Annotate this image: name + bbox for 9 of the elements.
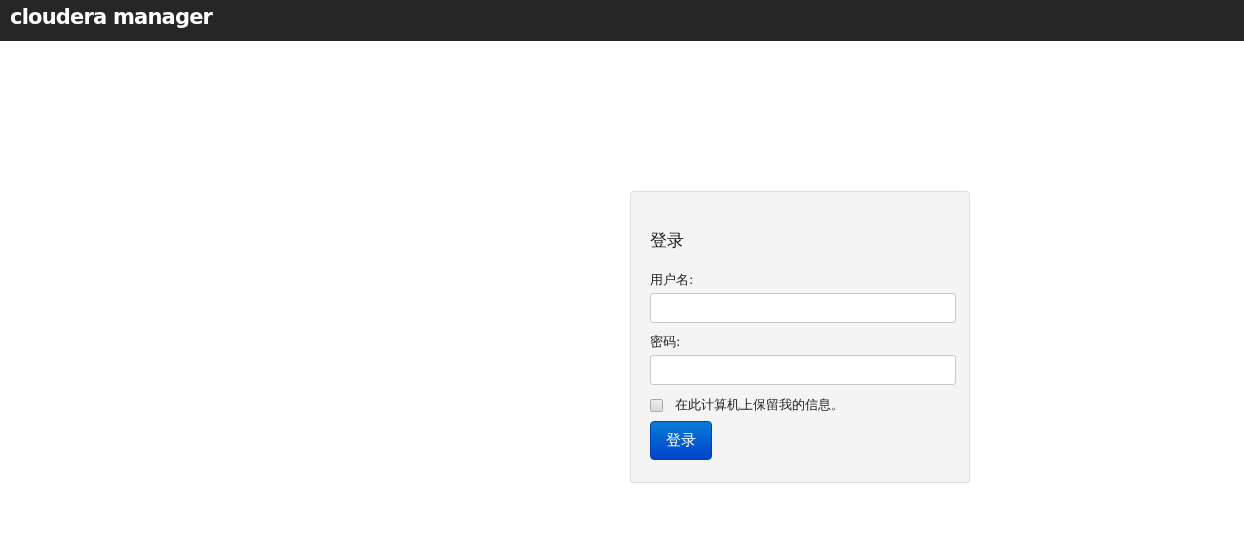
checkbox[interactable]: [650, 398, 663, 412]
input-field[interactable]: [650, 355, 956, 385]
logo: cloudera manager: [10, 7, 213, 28]
field-label: 密码:: [650, 334, 682, 350]
login-button[interactable]: 登录: [650, 421, 712, 460]
checkbox-label: 在此计算机上保留我的信息。: [675, 396, 844, 414]
field-label: 用户名:: [650, 272, 695, 288]
login-title: 登录: [650, 229, 685, 252]
input-field[interactable]: [650, 293, 956, 323]
